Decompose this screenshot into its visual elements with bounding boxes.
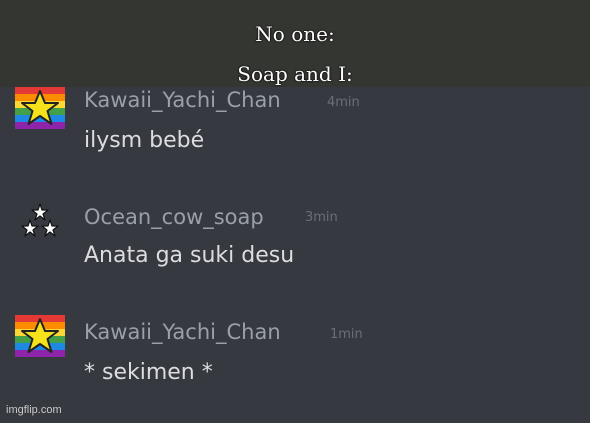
three-stars-icon[interactable] [15, 202, 65, 244]
chat-panel: Kawaii_Yachi_Chan 4min ilysm bebé Ocean_… [0, 87, 590, 423]
chat-message: Kawaii_Yachi_Chan 1min * sekimen * [0, 315, 590, 395]
message-text: Anata ga suki desu [84, 243, 295, 268]
message-timestamp: 3min [305, 210, 338, 225]
message-timestamp: 1min [330, 327, 363, 342]
message-timestamp: 4min [327, 95, 360, 110]
caption-line-1: No one: [255, 22, 335, 46]
chat-message: Ocean_cow_soap 3min Anata ga suki desu [0, 200, 590, 280]
imgflip-watermark: imgflip.com [6, 404, 62, 416]
caption-line-2: Soap and I: [237, 62, 353, 86]
message-username[interactable]: Ocean_cow_soap [84, 204, 264, 230]
message-username[interactable]: Kawaii_Yachi_Chan [84, 319, 281, 345]
message-username[interactable]: Kawaii_Yachi_Chan [84, 87, 281, 113]
chat-message: Kawaii_Yachi_Chan 4min ilysm bebé [0, 87, 590, 167]
rainbow-star-icon[interactable] [15, 87, 65, 129]
message-text: ilysm bebé [84, 128, 205, 153]
message-text: * sekimen * [84, 360, 213, 385]
rainbow-star-icon[interactable] [15, 315, 65, 357]
